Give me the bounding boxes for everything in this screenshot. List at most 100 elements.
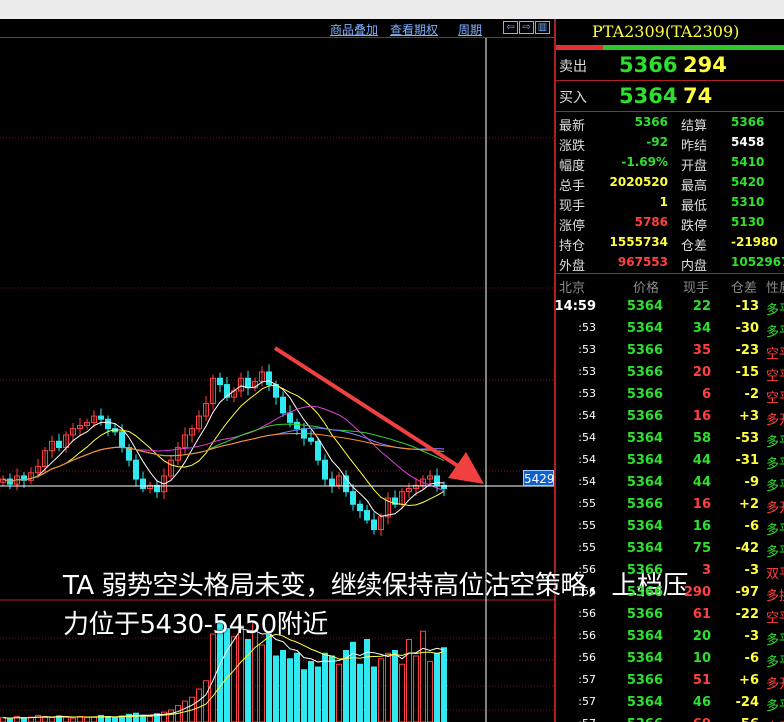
tick-oi-change: -30: [735, 321, 760, 336]
tick-nature: 多开: [766, 501, 784, 516]
tick-time: :54: [578, 475, 596, 488]
overlay-caption-line2: 力位于5430-5450附近: [63, 610, 328, 640]
header-volume: 现手: [683, 281, 710, 296]
tick-nature: 多平: [766, 303, 784, 318]
tick-row: :53 5366 6 -2 空平: [556, 384, 784, 406]
tick-row: :56 5366 61 -22 空平: [556, 604, 784, 626]
quote-row: 现手 1 最低 5310: [556, 193, 784, 214]
quote-label: 总手: [559, 179, 586, 194]
volume-bar: [308, 661, 314, 722]
quote-value: 5366: [731, 115, 765, 129]
tick-time: :53: [578, 321, 596, 334]
tick-volume: 58: [692, 431, 711, 446]
tick-time: :57: [578, 673, 596, 686]
volume-bar: [287, 658, 293, 722]
volume-bar: [245, 639, 251, 722]
add-product-link[interactable]: 商品叠加: [330, 21, 378, 38]
tick-time: :56: [578, 585, 596, 598]
tick-header: 北京 价格 现手 仓差 性质: [556, 274, 784, 296]
volume-bar: [70, 717, 76, 722]
sell-row: 卖出 5366 294: [556, 50, 784, 81]
trend-arrow: [273, 346, 460, 468]
volume-bar: [210, 633, 216, 722]
candle-body: [266, 371, 272, 386]
quote-row: 外盘 967553 内盘 1052967: [556, 253, 784, 274]
tick-time: :53: [578, 365, 596, 378]
tick-price: 5366: [626, 673, 663, 688]
quote-value: 5458: [731, 135, 765, 149]
quote-value: 1052967: [731, 255, 784, 269]
candle-body: [315, 440, 321, 461]
tick-price: 5364: [626, 431, 663, 446]
arrow-right-icon[interactable]: ⇨: [519, 21, 534, 34]
ma-line-20: [2, 405, 445, 492]
candle-body: [322, 459, 328, 480]
buy-price: 5364: [619, 84, 678, 108]
tick-nature: 多换: [766, 589, 784, 604]
tick-nature: 多平: [766, 325, 784, 340]
tick-oi-change: -53: [735, 431, 760, 446]
volume-bar: [336, 663, 342, 722]
volume-bar: [273, 655, 279, 722]
tick-time: :57: [578, 695, 596, 708]
tick-time: :57: [578, 717, 596, 722]
period-link[interactable]: 周期: [458, 21, 482, 38]
tick-oi-change: +2: [739, 497, 759, 512]
tick-row: :57 5366 51 +6 多开: [556, 670, 784, 692]
arrow-left-icon[interactable]: ⇦: [503, 21, 518, 34]
volume-bar: [329, 655, 335, 722]
tick-nature: 多平: [766, 523, 784, 538]
quote-value: -92: [646, 135, 668, 149]
tick-volume: 16: [692, 409, 711, 424]
tick-nature: 空平: [766, 611, 784, 626]
tick-nature: 多开: [766, 677, 784, 692]
tick-nature: 多平: [766, 633, 784, 648]
volume-bar: [357, 663, 363, 722]
tick-volume: 20: [692, 365, 711, 380]
volume-bar: [385, 652, 391, 722]
panel-toggle-icon[interactable]: ▥: [535, 21, 550, 34]
quote-row: 最新 5366 结算 5366: [556, 113, 784, 134]
volume-bar: [35, 714, 41, 722]
quote-value: -1.69%: [621, 155, 668, 169]
volume-bar: [420, 630, 426, 722]
volume-bar: [280, 650, 286, 722]
volume-ma-5: [2, 628, 445, 719]
view-options-link[interactable]: 查看期权: [390, 21, 438, 38]
candle-body: [280, 396, 286, 414]
tick-row: :57 5364 46 -24 多平: [556, 692, 784, 714]
tick-volume: 69: [693, 717, 711, 722]
quote-value: 1: [659, 195, 668, 209]
candle-body: [287, 412, 293, 423]
tick-oi-change: -22: [735, 607, 760, 622]
tick-time: :54: [578, 431, 596, 444]
tick-oi-change: +3: [739, 409, 759, 424]
candle-body: [126, 447, 132, 461]
quote-label: 最低: [681, 199, 708, 214]
tick-oi-change: -3: [744, 563, 759, 578]
volume-bar: [266, 633, 272, 722]
quote-value: 967553: [617, 255, 668, 269]
tick-time: :54: [578, 453, 596, 466]
crosshair-price-label: 5429: [523, 470, 555, 486]
tick-price: 5364: [626, 453, 663, 468]
tick-row: :56 5366 290 -97 多换: [556, 582, 784, 604]
header-price: 价格: [633, 281, 660, 296]
tick-volume: 44: [692, 475, 711, 490]
candle-body: [350, 491, 356, 505]
quote-label: 涨跌: [559, 139, 586, 154]
volume-bar: [0, 717, 6, 722]
tick-oi-change: -2: [744, 387, 759, 402]
candle-body: [329, 478, 335, 486]
candle-body: [294, 421, 300, 430]
tick-price: 5364: [626, 651, 663, 666]
tick-volume: 22: [692, 299, 711, 314]
tick-price: 5364: [626, 299, 663, 314]
tick-oi-change: -23: [735, 343, 760, 358]
quote-row: 持仓 1555734 仓差 -21980: [556, 233, 784, 254]
tick-price: 5364: [626, 321, 663, 336]
volume-bar: [441, 647, 447, 722]
tick-oi-change: -24: [735, 695, 760, 710]
tick-oi-change: -31: [735, 453, 760, 468]
sell-volume: 294: [683, 53, 727, 77]
